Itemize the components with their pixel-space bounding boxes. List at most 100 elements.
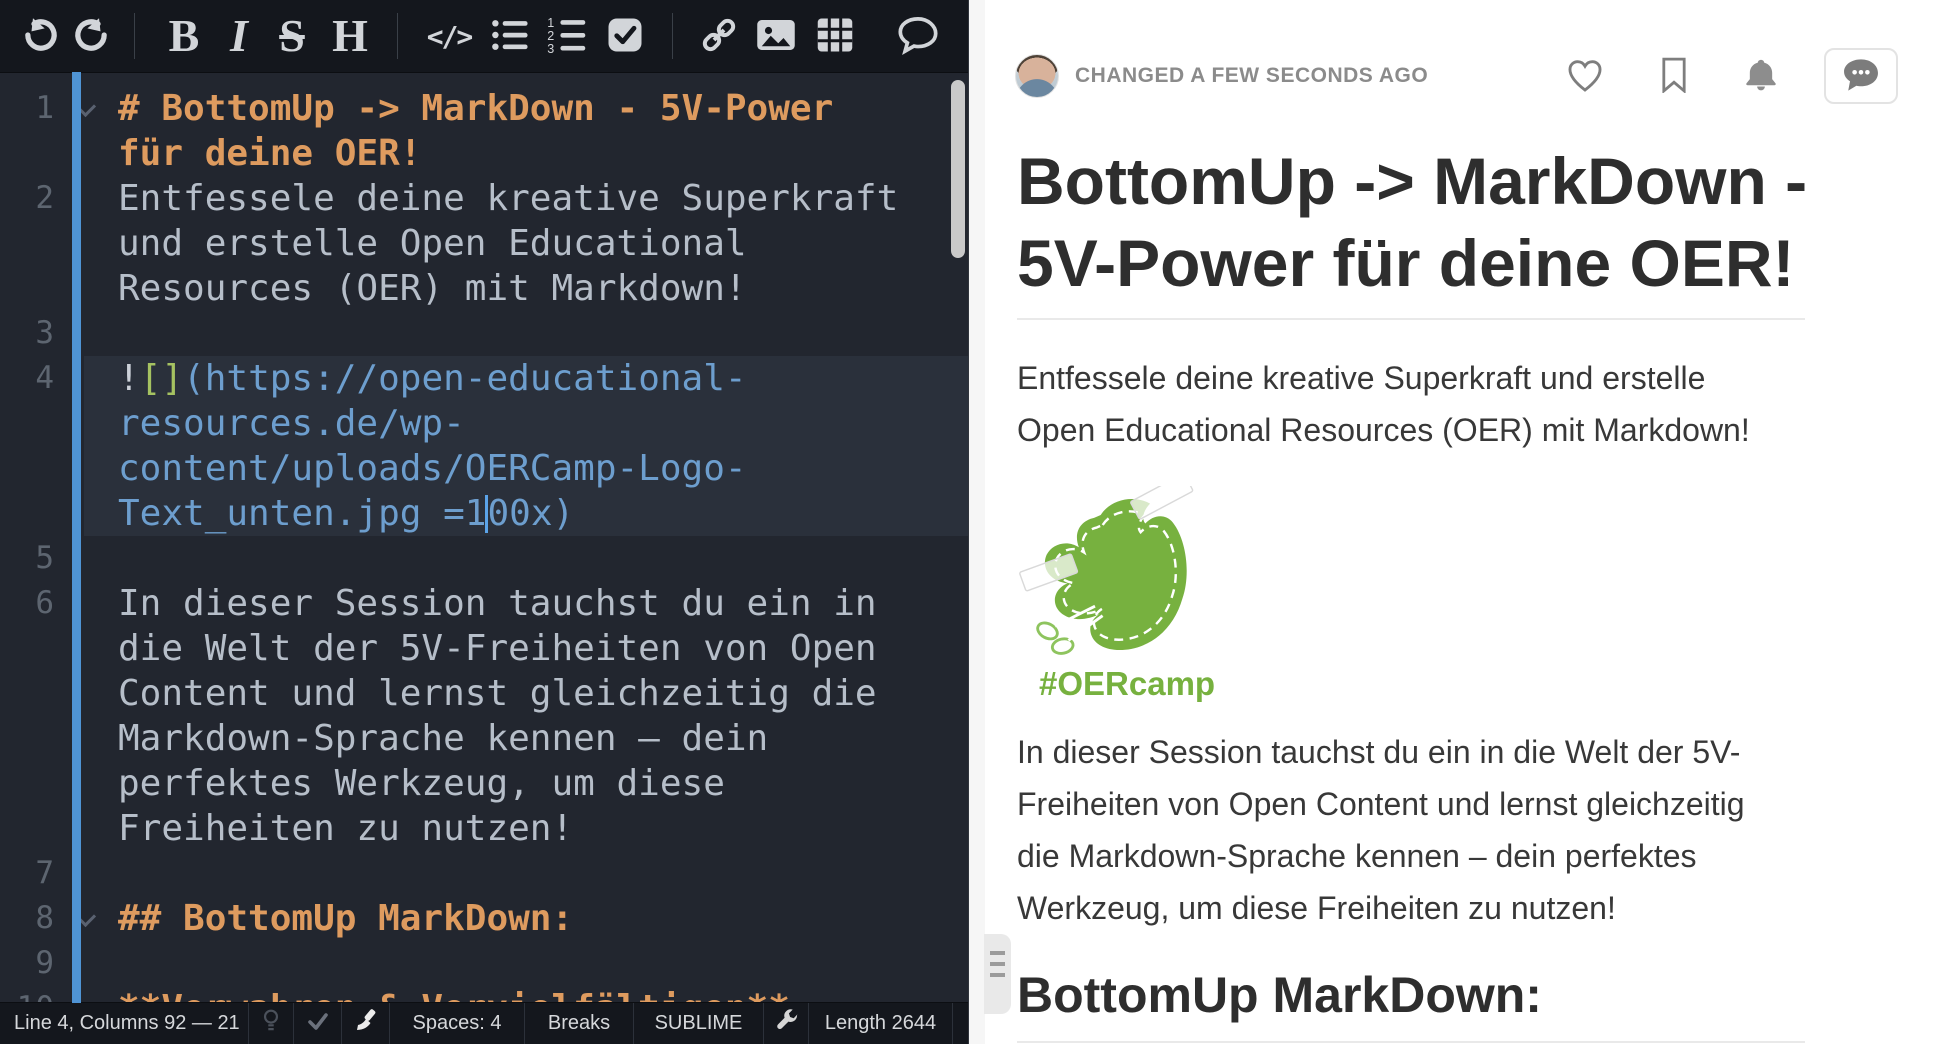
editor-line[interactable]: 7 (0, 851, 968, 896)
ordered-list-icon: 123 (547, 16, 587, 57)
block-group: </> 123 (416, 0, 654, 72)
code-text: ![](https://open-educational- (118, 356, 747, 401)
gutter (54, 491, 118, 536)
gutter-change-bar (72, 72, 81, 1003)
status-bar: Line 4, Columns 92 — 21 Spaces: 4 Breaks… (0, 1002, 968, 1044)
editor-line[interactable]: 6 In dieser Session tauchst du ein in (0, 581, 968, 626)
bold-button[interactable]: B (153, 0, 215, 72)
insert-table-button[interactable] (805, 0, 865, 72)
bookmark-button[interactable] (1660, 57, 1688, 96)
pane-resize-grip[interactable] (984, 934, 1011, 1014)
editor-line[interactable]: 9 (0, 941, 968, 986)
section-heading: BottomUp MarkDown: (1017, 966, 1542, 1024)
toolbar-separator (397, 13, 398, 59)
svg-text:3: 3 (547, 41, 554, 53)
strikethrough-button[interactable]: S (263, 0, 321, 72)
gutter (54, 671, 118, 716)
pane-divider[interactable] (968, 0, 985, 1044)
linebreak-setting[interactable]: Breaks (524, 1003, 633, 1044)
toolbar-separator (672, 13, 673, 59)
comment-bubble-icon (1840, 56, 1882, 97)
last-changed-label: CHANGED A FEW SECONDS AGO (1075, 64, 1428, 88)
night-mode-indicator[interactable] (248, 1003, 293, 1044)
undo-icon (22, 16, 60, 57)
document-header: CHANGED A FEW SECONDS AGO (1015, 44, 1898, 108)
keymap-setting[interactable]: SUBLIME (633, 1003, 763, 1044)
editor-line-active[interactable]: resources.de/wp- (0, 401, 968, 446)
like-button[interactable] (1566, 58, 1604, 95)
editor-line[interactable]: und erstelle Open Educational (0, 221, 968, 266)
editor-pane: B I S H </> 123 (0, 0, 968, 1044)
undo-button[interactable] (16, 0, 66, 72)
spellcheck-indicator[interactable] (293, 1003, 341, 1044)
gutter (54, 446, 118, 491)
editor-line[interactable]: 5 (0, 536, 968, 581)
line-number (0, 671, 54, 716)
line-number (0, 131, 54, 176)
editor-line[interactable]: 1 # BottomUp -> MarkDown - 5V-Power (0, 86, 968, 131)
editor-line[interactable]: die Welt der 5V-Freiheiten von Open (0, 626, 968, 671)
lightbulb-icon (260, 1008, 282, 1040)
ordered-list-button[interactable]: 123 (538, 0, 596, 72)
editor-line-active[interactable]: Text_unten.jpg =100x) (0, 491, 968, 536)
italic-button[interactable]: I (215, 0, 263, 72)
line-number (0, 806, 54, 851)
line-number (0, 761, 54, 806)
gutter (54, 266, 118, 311)
checklist-button[interactable] (596, 0, 654, 72)
document-title-line: BottomUp -> MarkDown - (1017, 140, 1807, 222)
avatar[interactable] (1015, 54, 1059, 98)
code-block-button[interactable]: </> (416, 0, 482, 72)
table-icon (816, 17, 854, 56)
theme-button[interactable] (341, 1003, 389, 1044)
editor-line[interactable]: 2 Entfessele deine kreative Superkraft (0, 176, 968, 221)
checkbox-icon (607, 17, 643, 56)
line-number (0, 626, 54, 671)
line-number (0, 446, 54, 491)
header-button[interactable]: H (321, 0, 379, 72)
oercamp-logo-caption: #OERcamp (1039, 665, 1215, 703)
editor-line[interactable]: Markdown-Sprache kennen – dein (0, 716, 968, 761)
editor-line-active[interactable]: 4 ![](https://open-educational- (0, 356, 968, 401)
editor-line[interactable]: 10 **Verwahren & Vervielfältigen** (0, 986, 968, 1003)
markdown-brackets: [] (140, 358, 183, 399)
heading-rule (1017, 1041, 1805, 1043)
bookmark-icon (1660, 57, 1688, 96)
code-text: **Verwahren & Vervielfältigen** (118, 986, 790, 1003)
document-title-line: 5V-Power für deine OER! (1017, 222, 1807, 304)
editor-line[interactable]: Resources (OER) mit Markdown! (0, 266, 968, 311)
indent-setting[interactable]: Spaces: 4 (389, 1003, 524, 1044)
unordered-list-button[interactable] (482, 0, 538, 72)
insert-image-button[interactable] (747, 0, 805, 72)
markdown-bang: ! (118, 358, 140, 399)
preview-pane: CHANGED A FEW SECONDS AGO BottomUp -> Ma… (985, 0, 1938, 1044)
gutter (54, 761, 118, 806)
editor-line[interactable]: Content und lernst gleichzeitig die (0, 671, 968, 716)
editor-line[interactable]: 3 (0, 311, 968, 356)
editor-line[interactable]: Freiheiten zu nutzen! (0, 806, 968, 851)
line-number (0, 221, 54, 266)
code-text: Content und lernst gleichzeitig die (118, 671, 877, 716)
history-group (0, 0, 116, 72)
editor-line[interactable]: 8 ## BottomUp MarkDown: (0, 896, 968, 941)
markdown-url: (https://open-educational- (183, 358, 747, 399)
editor-line-active[interactable]: content/uploads/OERCamp-Logo- (0, 446, 968, 491)
cursor-position: Line 4, Columns 92 — 21 (0, 1003, 248, 1044)
redo-button[interactable] (66, 0, 116, 72)
app-window: B I S H </> 123 (0, 0, 1938, 1044)
line-number: 4 (0, 356, 54, 401)
oercamp-flame-graphic (1019, 486, 1209, 658)
editor-line[interactable]: für deine OER! (0, 131, 968, 176)
editor-line[interactable]: perfektes Werkzeug, um diese (0, 761, 968, 806)
gutter (54, 716, 118, 761)
comments-button[interactable] (1824, 48, 1898, 104)
code-editor[interactable]: 1 # BottomUp -> MarkDown - 5V-Power für … (0, 72, 968, 1003)
comment-button[interactable] (883, 0, 953, 72)
notifications-button[interactable] (1744, 57, 1778, 96)
insert-link-button[interactable] (691, 0, 747, 72)
line-number: 6 (0, 581, 54, 626)
editor-scrollbar-thumb[interactable] (951, 80, 965, 258)
redo-icon (72, 16, 110, 57)
preferences-button[interactable] (763, 1003, 808, 1044)
italic-icon: I (230, 13, 248, 59)
